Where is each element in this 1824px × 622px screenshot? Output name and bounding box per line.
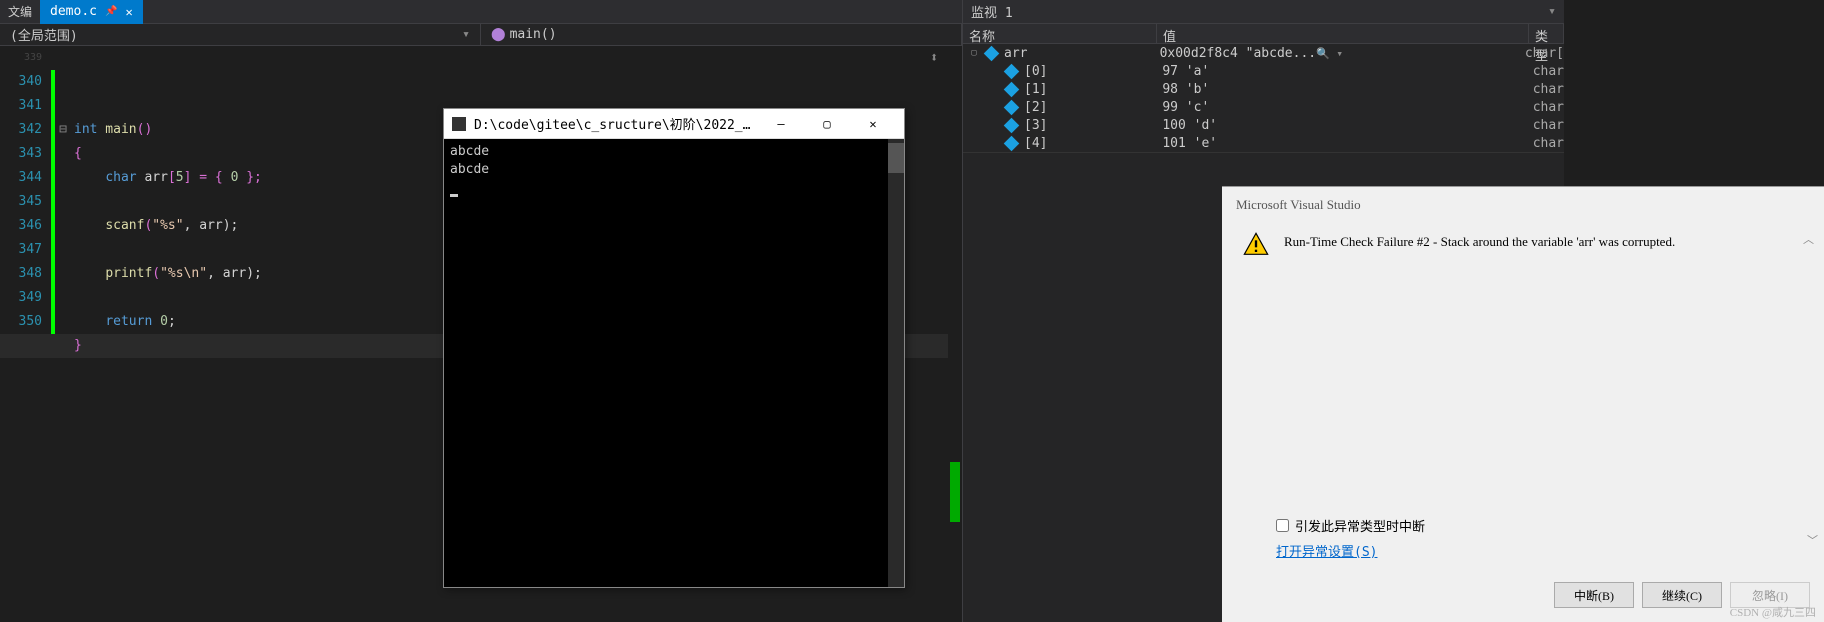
console-titlebar[interactable]: D:\code\gitee\c_sructure\初阶\2022_01_09\.…: [444, 109, 904, 139]
minimize-button[interactable]: —: [758, 109, 804, 139]
function-label: main(): [510, 27, 557, 42]
watch-row[interactable]: [1] 98 'b' char: [963, 80, 1564, 98]
search-icon[interactable]: 🔍 ▾: [1316, 47, 1343, 60]
col-name[interactable]: 名称: [963, 24, 1157, 43]
pin-icon[interactable]: 📌: [105, 6, 117, 17]
var-type: char: [1527, 64, 1564, 79]
col-value[interactable]: 值: [1157, 24, 1529, 43]
col-type[interactable]: 类型: [1529, 24, 1564, 43]
watch-row[interactable]: [4] 101 'e' char: [963, 134, 1564, 152]
var-value: 100 'd': [1156, 118, 1526, 133]
scope-bar: (全局范围) ▾ ⬤ main(): [0, 24, 962, 46]
fold-icon[interactable]: ⊟: [56, 118, 70, 142]
cursor: [450, 194, 458, 197]
var-name: [3]: [1024, 118, 1047, 133]
overview-ruler[interactable]: [948, 46, 962, 622]
expand-icon[interactable]: ▢: [969, 48, 979, 58]
line-number: 341: [0, 94, 42, 118]
var-type: char: [1527, 118, 1564, 133]
watch-row[interactable]: [0] 97 'a' char: [963, 62, 1564, 80]
line-number: 347: [0, 238, 42, 262]
var-value: 98 'b': [1156, 82, 1526, 97]
line-number: 343: [0, 142, 42, 166]
var-type: char: [1527, 82, 1564, 97]
cube-icon: [984, 45, 1000, 61]
watch-empty-row[interactable]: [963, 152, 1564, 170]
cube-icon: [1004, 81, 1020, 97]
var-name: [4]: [1024, 136, 1047, 151]
chevron-down-icon: ▾: [462, 27, 470, 42]
watch-row-root[interactable]: ▢ arr 0x00d2f8c4 "abcde...🔍 ▾ char[: [963, 44, 1564, 62]
ignore-button: 忽略(I): [1730, 582, 1810, 608]
break-button[interactable]: 中断(B): [1554, 582, 1634, 608]
cube-icon: [1004, 117, 1020, 133]
line-number: 340: [0, 70, 42, 94]
var-value: 97 'a': [1156, 64, 1526, 79]
chevron-down-icon[interactable]: ▾: [1548, 4, 1556, 19]
console-line: abcde: [450, 161, 898, 179]
var-name: [1]: [1024, 82, 1047, 97]
continue-button[interactable]: 继续(C): [1642, 582, 1722, 608]
scope-dropdown[interactable]: (全局范围) ▾: [0, 24, 481, 46]
watch-row[interactable]: [3] 100 'd' char: [963, 116, 1564, 134]
break-checkbox[interactable]: 引发此异常类型时中断: [1276, 516, 1425, 535]
line-number: 344: [0, 166, 42, 190]
checkbox-input[interactable]: [1276, 519, 1289, 532]
var-name: arr: [1004, 46, 1027, 61]
var-name: [2]: [1024, 100, 1047, 115]
var-value: 0x00d2f8c4 "abcde...: [1160, 46, 1317, 61]
cube-icon: [1004, 63, 1020, 79]
watch-header: 名称 值 类型: [963, 24, 1564, 44]
line-number: 345: [0, 190, 42, 214]
var-type: char: [1527, 136, 1564, 151]
watch-title-text: 监视 1: [971, 2, 1013, 21]
function-icon: ⬤: [491, 27, 506, 42]
console-window[interactable]: D:\code\gitee\c_sructure\初阶\2022_01_09\.…: [443, 108, 905, 588]
scope-label: (全局范围): [10, 25, 78, 44]
var-name: [0]: [1024, 64, 1047, 79]
line-number: 339: [0, 46, 42, 70]
warning-icon: [1242, 231, 1270, 259]
console-line: abcde: [450, 143, 898, 161]
console-icon: [452, 117, 466, 131]
maximize-button[interactable]: ▢: [804, 109, 850, 139]
console-output[interactable]: abcde abcde: [444, 139, 904, 587]
line-number: 348: [0, 262, 42, 286]
dialog-message: Run-Time Check Failure #2 - Stack around…: [1284, 231, 1804, 251]
var-type: char: [1527, 100, 1564, 115]
var-type: char[: [1519, 46, 1564, 61]
line-number: 350: [0, 310, 42, 334]
watch-panel: 监视 1 ▾ 名称 值 类型 ▢ arr 0x00d2f8c4 "abcde...…: [962, 0, 1564, 622]
expand-icon[interactable]: ﹀: [1807, 532, 1818, 548]
var-value: 101 'e': [1156, 136, 1526, 151]
cube-icon: [1004, 99, 1020, 115]
checkbox-label: 引发此异常类型时中断: [1295, 516, 1425, 535]
watch-rows: ▢ arr 0x00d2f8c4 "abcde...🔍 ▾ char[ [0] 9…: [963, 44, 1564, 170]
console-title-text: D:\code\gitee\c_sructure\初阶\2022_01_09\.…: [474, 114, 758, 133]
watch-title[interactable]: 监视 1 ▾: [963, 0, 1564, 24]
line-number: 346: [0, 214, 42, 238]
line-number: 342: [0, 118, 42, 142]
scrollbar[interactable]: [888, 139, 904, 587]
close-button[interactable]: ✕: [850, 109, 896, 139]
tab-bar-label: 文编: [0, 3, 40, 20]
editor-panel: 文编 demo.c 📌 ✕ (全局范围) ▾ ⬤ main() ⬍ 339 34…: [0, 0, 962, 622]
function-dropdown[interactable]: ⬤ main(): [481, 24, 962, 46]
dialog-title: Microsoft Visual Studio: [1222, 187, 1824, 223]
tab-bar: 文编 demo.c 📌 ✕: [0, 0, 962, 24]
collapse-icon[interactable]: ︿: [1803, 231, 1814, 247]
tab-filename: demo.c: [50, 4, 97, 19]
line-number: 349: [0, 286, 42, 310]
exception-settings-link[interactable]: 打开异常设置(S): [1276, 545, 1377, 560]
tab-demo-c[interactable]: demo.c 📌 ✕: [40, 0, 143, 24]
watch-row[interactable]: [2] 99 'c' char: [963, 98, 1564, 116]
close-icon[interactable]: ✕: [125, 5, 132, 19]
error-dialog: Microsoft Visual Studio Run-Time Check F…: [1222, 186, 1824, 622]
var-value: 99 'c': [1156, 100, 1526, 115]
cube-icon: [1004, 135, 1020, 151]
